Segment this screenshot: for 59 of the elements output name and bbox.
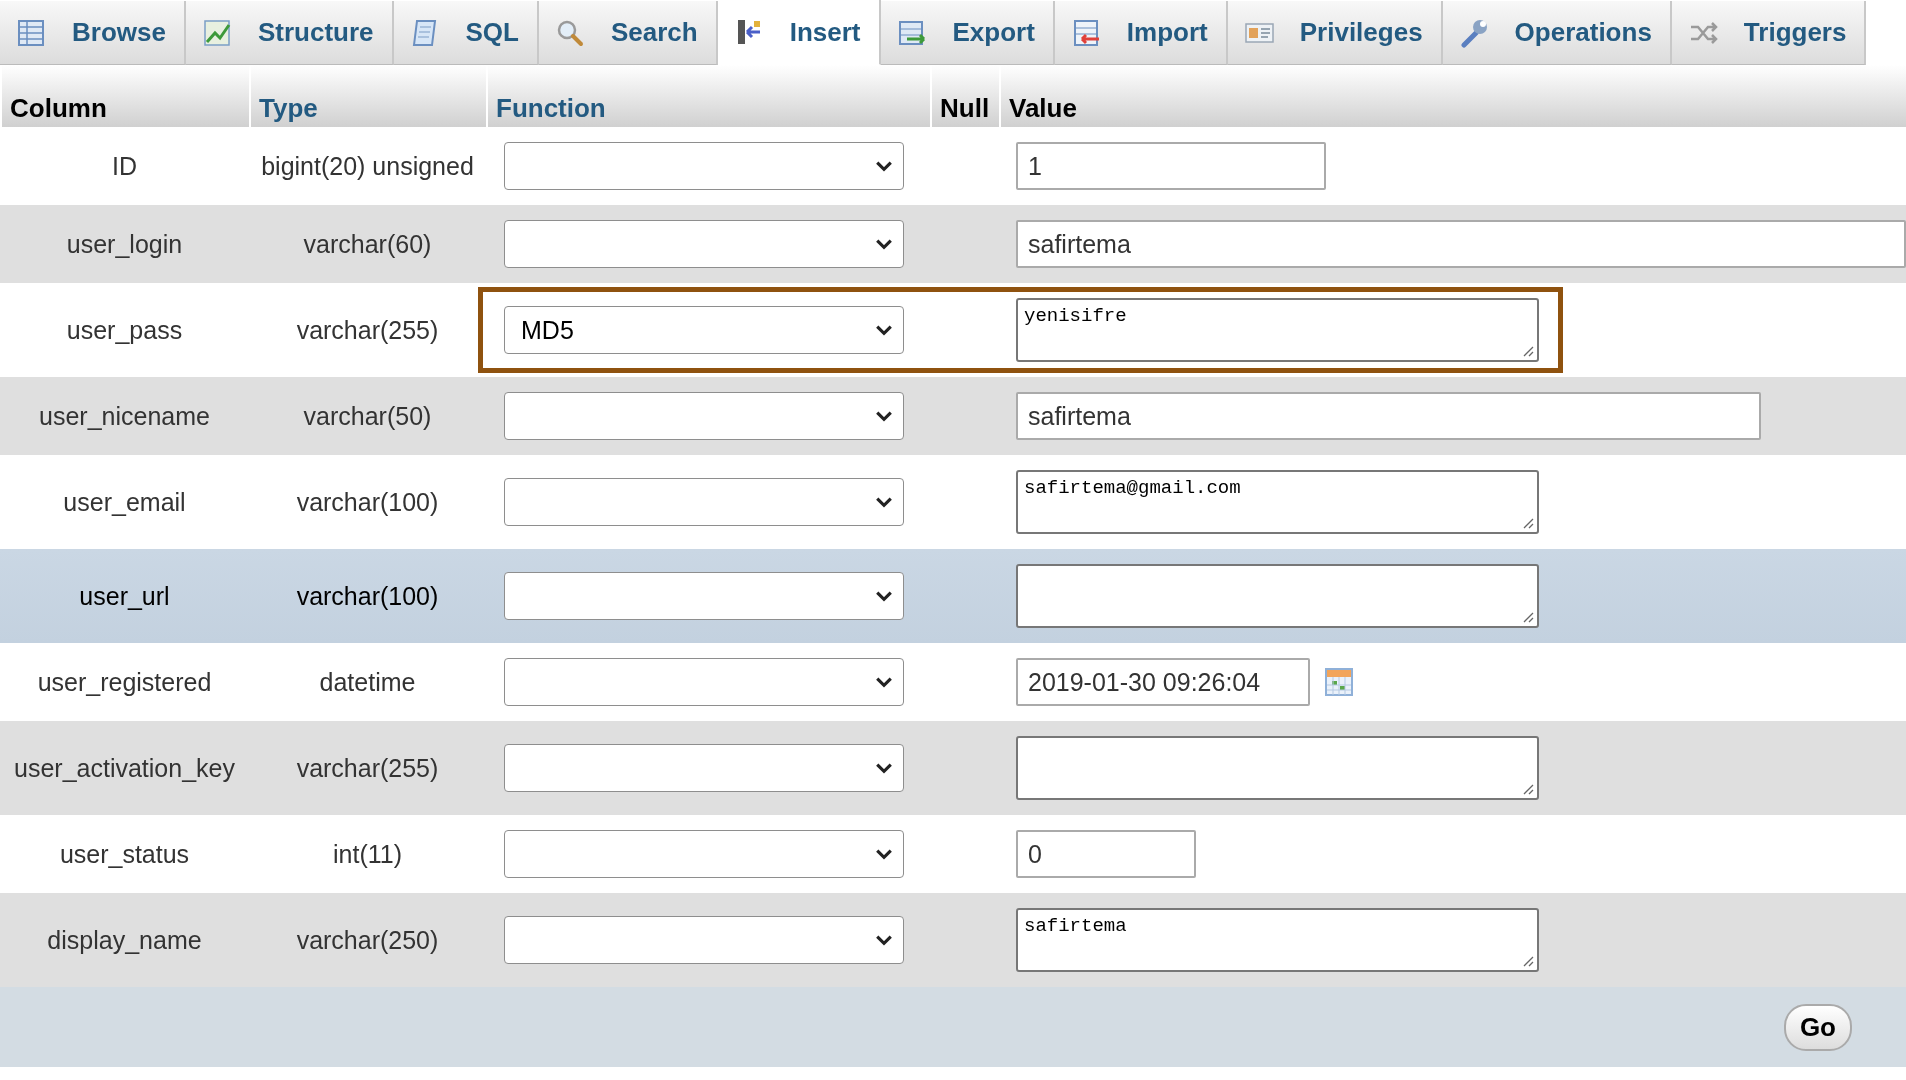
function-select[interactable] xyxy=(504,478,904,526)
column-type: bigint(20) unsigned xyxy=(260,150,475,182)
date-field[interactable]: 2019-01-30 09:26:04 xyxy=(1016,658,1310,706)
resize-grip-icon[interactable] xyxy=(1522,517,1534,529)
wrench-icon xyxy=(1458,17,1489,48)
value-field[interactable]: 1 xyxy=(1016,142,1326,190)
tab[interactable]: Structure xyxy=(185,1,394,65)
resize-grip-icon[interactable] xyxy=(1522,345,1534,357)
column-name: user_pass xyxy=(65,314,184,346)
function-select[interactable] xyxy=(504,658,904,706)
table-icon xyxy=(16,17,46,48)
function-select[interactable]: MD5 xyxy=(504,306,904,354)
column-name: display_name xyxy=(46,924,203,956)
function-select[interactable] xyxy=(504,572,904,620)
value-textarea[interactable]: yenisifre xyxy=(1016,298,1539,362)
value-field[interactable]: safirtema xyxy=(1016,220,1906,268)
column-type: varchar(100) xyxy=(295,486,440,518)
tab[interactable]: Search xyxy=(538,1,718,65)
tab[interactable]: Triggers xyxy=(1671,1,1867,65)
column-name: user_login xyxy=(65,228,184,260)
column-name: user_email xyxy=(62,486,187,518)
function-select[interactable] xyxy=(504,142,904,190)
column-type: varchar(60) xyxy=(302,228,433,260)
column-name: ID xyxy=(111,150,138,182)
column-type: varchar(100) xyxy=(295,580,440,612)
value-textarea[interactable]: safirtema@gmail.com xyxy=(1016,470,1539,534)
value-field[interactable]: safirtema xyxy=(1016,392,1761,440)
column-type: int(11) xyxy=(332,838,403,870)
column-type: varchar(255) xyxy=(295,314,440,346)
resize-grip-icon[interactable] xyxy=(1522,955,1534,967)
function-select[interactable] xyxy=(504,220,904,268)
tab[interactable]: Browse xyxy=(0,1,186,65)
column-type: varchar(255) xyxy=(295,752,440,784)
calendar-icon[interactable] xyxy=(1324,667,1354,697)
column-type: varchar(250) xyxy=(295,924,440,956)
value-textarea[interactable]: safirtema xyxy=(1016,908,1539,972)
resize-grip-icon[interactable] xyxy=(1522,611,1534,623)
chart-icon xyxy=(201,17,232,48)
column-name: user_activation_key xyxy=(13,752,236,784)
column-name: user_url xyxy=(78,580,171,612)
column-name: user_registered xyxy=(36,666,213,698)
column-type: datetime xyxy=(318,666,417,698)
column-type: varchar(50) xyxy=(302,400,433,432)
go-button[interactable]: Go xyxy=(1783,1003,1852,1051)
column-name: user_nicename xyxy=(38,400,211,432)
tab[interactable]: Operations xyxy=(1442,1,1672,65)
column-name: user_status xyxy=(58,838,191,870)
function-select[interactable] xyxy=(504,744,904,792)
function-select[interactable] xyxy=(504,830,904,878)
function-select[interactable] xyxy=(504,916,904,964)
value-field[interactable]: 0 xyxy=(1016,830,1196,878)
tab[interactable]: Export xyxy=(880,1,1055,65)
value-textarea[interactable] xyxy=(1016,564,1539,628)
resize-grip-icon[interactable] xyxy=(1522,783,1534,795)
tab[interactable]: Privileges xyxy=(1227,1,1443,65)
value-textarea[interactable] xyxy=(1016,736,1539,800)
tab[interactable]: Import xyxy=(1054,1,1228,65)
function-select[interactable] xyxy=(504,392,904,440)
tab[interactable]: SQL xyxy=(393,1,539,65)
